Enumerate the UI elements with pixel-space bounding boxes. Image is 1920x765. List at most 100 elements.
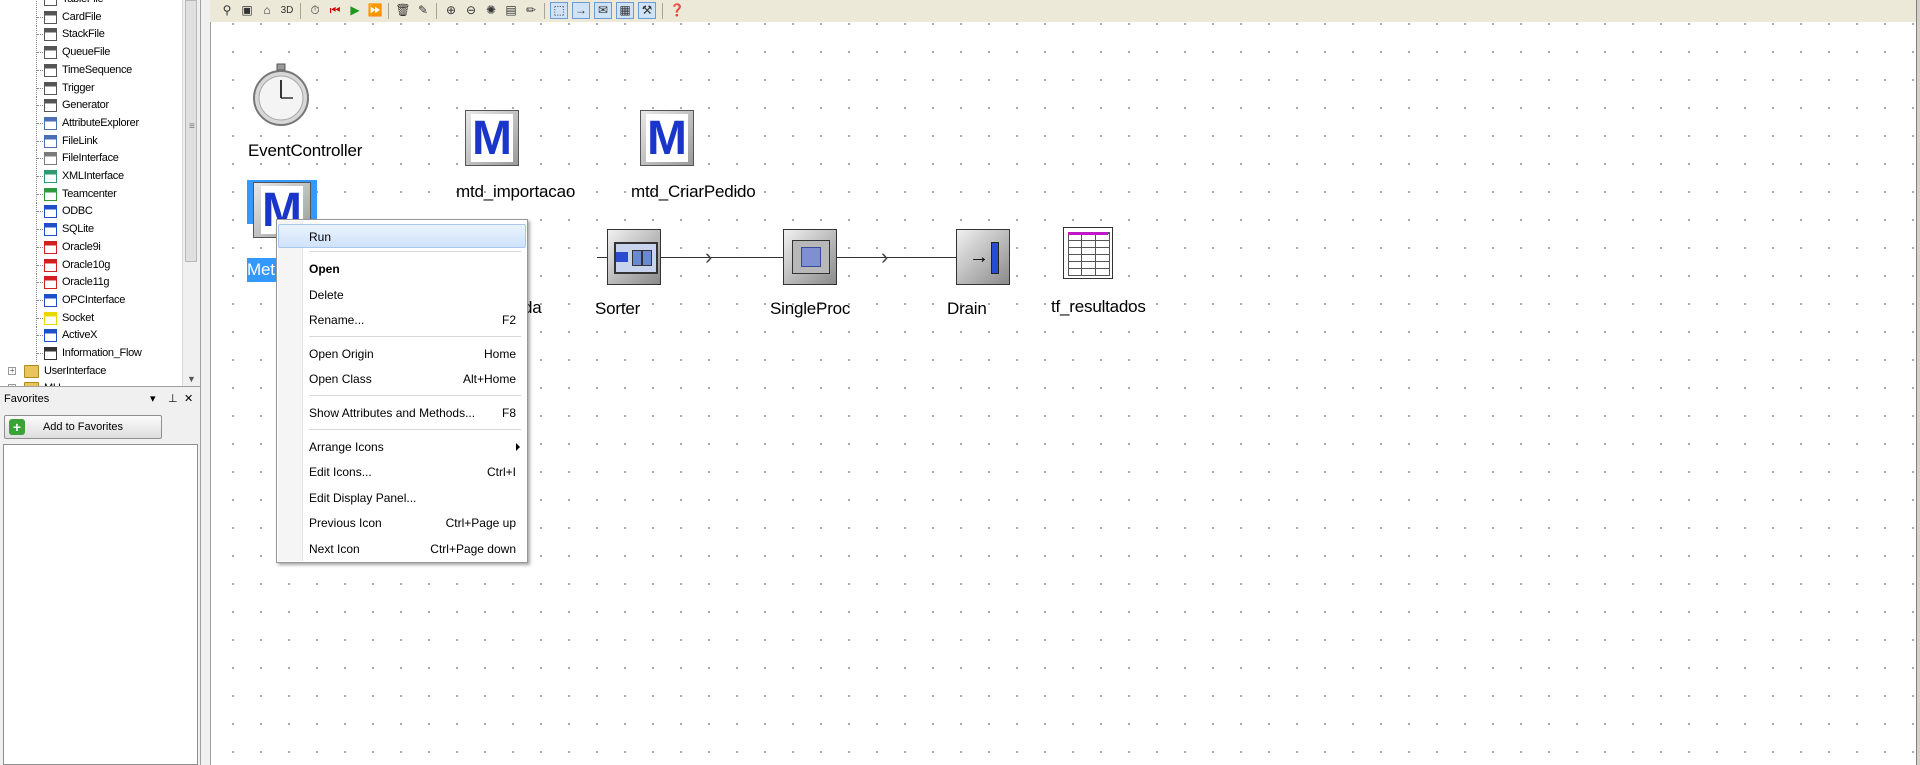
connector-arrow-icon: › bbox=[705, 244, 713, 269]
favorites-title: Favorites bbox=[4, 393, 50, 405]
menu-item-run[interactable]: Run bbox=[278, 224, 526, 248]
menu-item-edit-icons[interactable]: Edit Icons... Ctrl+I bbox=[278, 460, 526, 484]
scroll-down-arrow-icon[interactable]: ▼ bbox=[187, 374, 196, 384]
tree-item-label: TimeSequence bbox=[62, 63, 132, 76]
zoom-reset-icon[interactable]: ✺ bbox=[482, 2, 500, 19]
tree-item-label: Oracle10g bbox=[62, 258, 111, 271]
socket-icon bbox=[44, 311, 57, 325]
tablefile-icon bbox=[1063, 227, 1113, 279]
stackfile-icon bbox=[44, 28, 57, 42]
menu-item-previous-icon[interactable]: Previous Icon Ctrl+Page up bbox=[278, 511, 526, 535]
cardfile-icon bbox=[44, 10, 57, 24]
tree-item-label: Generator bbox=[62, 99, 109, 112]
zoom-in-icon[interactable]: ⊕ bbox=[442, 2, 460, 19]
drain-icon: → bbox=[956, 229, 1010, 285]
drain-label: Drain bbox=[947, 299, 987, 318]
add-to-favorites-button[interactable]: + Add to Favorites bbox=[4, 415, 162, 439]
oracle10g-icon bbox=[44, 258, 57, 272]
folder-icon bbox=[24, 364, 39, 378]
connector-line[interactable] bbox=[661, 257, 786, 258]
connector-arrow-icon: › bbox=[881, 244, 889, 269]
expand-icon[interactable]: + bbox=[8, 366, 16, 375]
fast-forward-icon[interactable]: ⏩ bbox=[366, 2, 384, 19]
information-flow-icon bbox=[44, 347, 57, 360]
tree-item-label: ODBC bbox=[62, 205, 93, 218]
left-panel: TableFile CardFile StackFile QueueFile TimeS… bbox=[0, 0, 201, 765]
tf-resultados-label: tf_resultados bbox=[1051, 297, 1146, 316]
event-controller-icon[interactable]: ⏱ bbox=[306, 2, 324, 19]
tree-item-label: CardFile bbox=[62, 10, 102, 23]
add-to-favorites-label: Add to Favorites bbox=[42, 421, 124, 433]
tablefile-icon bbox=[44, 0, 57, 6]
menu-item-arrange-icons[interactable]: Arrange Icons bbox=[278, 435, 526, 459]
pencil-icon[interactable]: ✏ bbox=[522, 2, 540, 19]
tree-item-label: Information_Flow bbox=[62, 347, 142, 359]
sqlite-icon bbox=[44, 223, 57, 237]
stopwatch-icon bbox=[253, 63, 309, 126]
single-proc-label: SingleProc bbox=[770, 299, 851, 318]
menu-item-show-attributes[interactable]: Show Attributes and Methods... F8 bbox=[278, 401, 526, 425]
tree-item-label: StackFile bbox=[62, 28, 105, 41]
print-icon[interactable]: ▤ bbox=[502, 2, 520, 19]
odbc-icon bbox=[44, 205, 57, 219]
menu-item-edit-display-panel[interactable]: Edit Display Panel... bbox=[278, 486, 526, 510]
menu-item-delete[interactable]: Delete bbox=[278, 283, 526, 307]
tree-item-label: FileInterface bbox=[62, 152, 119, 165]
reset-icon[interactable]: ⏮ bbox=[326, 2, 344, 19]
delete-icon[interactable]: 🗑 bbox=[394, 2, 412, 19]
binoculars-icon[interactable]: ⚲ bbox=[218, 2, 236, 19]
xmlinterface-icon bbox=[44, 170, 57, 183]
expand-icon[interactable]: + bbox=[8, 384, 16, 386]
connector-icon[interactable]: → bbox=[572, 2, 590, 19]
tree-item-label: OPCInterface bbox=[62, 293, 126, 306]
brush-icon[interactable]: ✎ bbox=[414, 2, 432, 19]
submenu-arrow-icon bbox=[516, 443, 520, 451]
sorter-label: Sorter bbox=[595, 299, 641, 318]
window-border bbox=[1916, 0, 1920, 765]
tree-item-label: Trigger bbox=[62, 81, 95, 94]
generator-icon bbox=[44, 99, 57, 113]
plus-icon: + bbox=[9, 419, 25, 435]
close-icon[interactable]: ✕ bbox=[184, 392, 193, 406]
favorites-list[interactable] bbox=[3, 444, 198, 765]
tree-item-label: TableFile bbox=[62, 0, 104, 8]
favorites-header: Favorites ▾ ⊥ ✕ bbox=[0, 390, 200, 410]
tree-item-label: UserInterface bbox=[44, 364, 107, 377]
trigger-icon bbox=[44, 81, 57, 95]
menu-item-rename[interactable]: Rename... F2 bbox=[278, 308, 526, 332]
tree-item-label: FileLink bbox=[62, 134, 98, 147]
class-library-tree[interactable]: TableFile CardFile StackFile QueueFile TimeS… bbox=[0, 0, 200, 387]
3d-icon[interactable]: 3D bbox=[278, 2, 296, 19]
fileinterface-icon bbox=[44, 152, 57, 166]
pin-icon[interactable]: ⊥ bbox=[168, 392, 178, 406]
opcinterface-icon bbox=[44, 293, 57, 307]
grid-icon[interactable]: ▦ bbox=[616, 2, 634, 19]
icon-mode-icon[interactable]: ⬚ bbox=[550, 2, 568, 19]
connector-line[interactable] bbox=[837, 257, 962, 258]
menu-item-open[interactable]: Open bbox=[278, 257, 526, 281]
oracle11g-icon bbox=[44, 276, 57, 290]
tree-item-label: MU bbox=[44, 380, 61, 386]
menu-item-open-origin[interactable]: Open Origin Home bbox=[278, 342, 526, 366]
start-icon[interactable]: ▶ bbox=[346, 2, 364, 19]
tree-scrollbar[interactable]: ≡ ▼ bbox=[182, 0, 200, 386]
tree-item-label: SQLite bbox=[62, 223, 94, 236]
filelink-icon bbox=[44, 134, 57, 148]
event-controller-label: EventController bbox=[248, 141, 363, 160]
favorites-dropdown-icon[interactable]: ▾ bbox=[150, 392, 156, 406]
comment-icon[interactable]: ✉ bbox=[594, 2, 612, 19]
menu-item-open-class[interactable]: Open Class Alt+Home bbox=[278, 367, 526, 391]
sorter-icon bbox=[607, 229, 661, 285]
folder-icon bbox=[24, 382, 39, 386]
help-icon[interactable]: ❓ bbox=[668, 2, 686, 19]
frame-icon[interactable]: ▣ bbox=[238, 2, 256, 19]
tree-item-label: Oracle9i bbox=[62, 240, 101, 253]
tree-scrollbar-thumb[interactable]: ≡ bbox=[185, 0, 197, 262]
menu-item-next-icon[interactable]: Next Icon Ctrl+Page down bbox=[278, 537, 526, 561]
zoom-out-icon[interactable]: ⊖ bbox=[462, 2, 480, 19]
tree-item-label: ActiveX bbox=[62, 329, 98, 342]
tools-icon[interactable]: ⚒ bbox=[638, 2, 656, 19]
frame-toolbar: ⚲ ▣ ⌂ 3D ⏱ ⏮ ▶ ⏩ 🗑 ✎ ⊕ ⊖ ✺ ▤ ✏ ⬚ → ✉ ▦ ⚒… bbox=[210, 0, 1920, 23]
home-icon[interactable]: ⌂ bbox=[258, 2, 276, 19]
tree-item-label: Socket bbox=[62, 311, 94, 324]
